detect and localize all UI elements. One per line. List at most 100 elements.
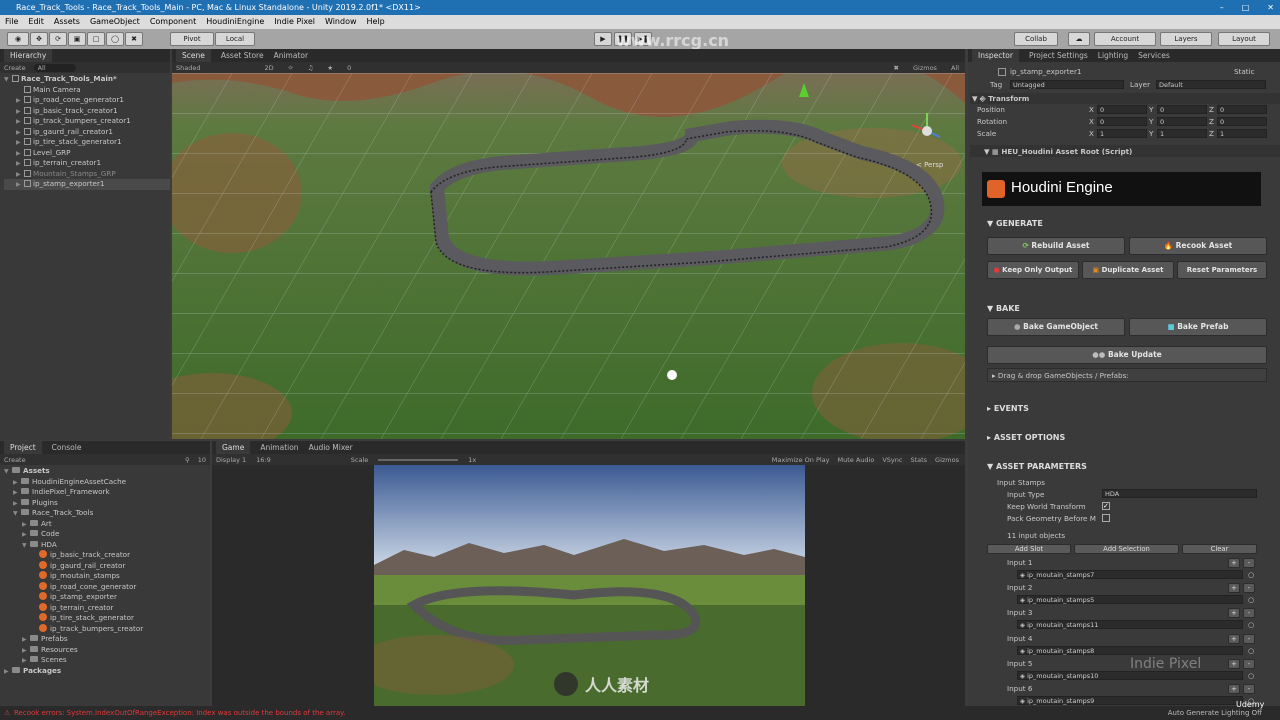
keep-only-output-button[interactable]: ● Keep Only Output [987,261,1079,279]
hierarchy-item[interactable]: Main Camera [4,85,170,96]
transform-rotation-x-field[interactable]: 0 [1097,117,1147,126]
hierarchy-item[interactable]: ▶ ip_tire_stack_generator1 [4,137,170,148]
menu-item-indie-pixel[interactable]: Indie Pixel [274,15,315,29]
local-toggle[interactable]: Local [215,32,255,46]
bake-gameobject-button[interactable]: ● Bake GameObject [987,318,1125,336]
minimize-icon[interactable]: – [1220,0,1224,15]
remove-input-button[interactable]: - [1243,633,1255,644]
expand-arrow-icon[interactable]: ▶ [4,667,12,678]
hierarchy-scene-root[interactable]: ▼ Race_Track_Tools_Main* [4,74,170,85]
project-folder-item[interactable]: ▶ Art [4,519,210,530]
project-folder-item[interactable]: ▼ Assets [4,466,210,477]
insert-input-button[interactable]: + [1228,633,1240,644]
insert-input-button[interactable]: + [1228,684,1240,694]
menu-item-window[interactable]: Window [325,15,357,29]
hierarchy-search-input[interactable]: All [33,63,76,72]
persp-label[interactable]: < Persp [916,161,944,169]
tab-animator[interactable]: Animator [274,51,308,60]
project-hda-item[interactable]: ip_road_cone_generator [4,581,210,593]
tab-animation[interactable]: Animation [260,443,298,452]
expand-arrow-icon[interactable]: ▼ [13,509,21,520]
lighting-toggle-icon[interactable]: ☼ [288,64,294,72]
generate-section[interactable]: ▼ GENERATE [987,219,1043,228]
expand-arrow-icon[interactable]: ▶ [16,138,24,149]
hierarchy-create-button[interactable]: Create [4,64,26,72]
display-dropdown[interactable]: Display 1 [216,456,246,464]
project-hda-item[interactable]: ip_track_bumpers_creator [4,623,210,635]
expand-arrow-icon[interactable]: ▼ [22,541,30,552]
add-selection-button[interactable]: Add Selection [1074,544,1179,554]
transform-scale-z-field[interactable]: 1 [1217,129,1267,138]
expand-arrow-icon[interactable]: ▼ [4,75,12,86]
hierarchy-item[interactable]: ▶ Mountain_Stamps_GRP [4,169,170,180]
pivot-toggle[interactable]: Pivot [170,32,214,46]
hierarchy-item[interactable]: ▶ ip_gaurd_rail_creator1 [4,127,170,138]
asset-parameters-section[interactable]: ▼ ASSET PARAMETERS [987,462,1087,471]
add-slot-button[interactable]: Add Slot [987,544,1071,554]
hierarchy-item[interactable]: ▶ ip_basic_track_creator1 [4,106,170,117]
keep-world-transform-checkbox[interactable]: ✓ [1102,502,1110,510]
scene-viewport[interactable]: < Persp [172,73,965,439]
tab-inspector[interactable]: Inspector [972,49,1019,62]
project-folder-item[interactable]: ▶ Plugins [4,498,210,509]
input-object-field[interactable]: ◈ ip_moutain_stamps11 [1017,620,1243,630]
scene-search-input[interactable]: All [951,64,959,72]
hierarchy-item[interactable]: ▶ ip_terrain_creator1 [4,158,170,169]
clear-inputs-button[interactable]: Clear [1182,544,1257,554]
project-hda-item[interactable]: ip_tire_stack_generator [4,613,210,624]
transform-scale-y-field[interactable]: 1 [1157,129,1207,138]
error-icon[interactable]: ⚠ [4,706,10,720]
rebuild-asset-button[interactable]: ⟳ Rebuild Asset [987,237,1125,255]
duplicate-asset-button[interactable]: ▣ Duplicate Asset [1082,261,1174,279]
expand-arrow-icon[interactable]: ▶ [16,117,24,128]
tab-project[interactable]: Project [4,441,42,454]
close-icon[interactable]: ✕ [1267,0,1274,15]
move-tool-icon[interactable]: ✥ [30,32,48,46]
bake-prefab-button[interactable]: ■ Bake Prefab [1129,318,1267,336]
shading-mode-dropdown[interactable]: Shaded [176,64,200,72]
tools-icon[interactable]: ✖ [894,64,899,72]
events-section[interactable]: ▸ EVENTS [987,404,1029,413]
input-type-dropdown[interactable]: HDA [1102,489,1257,498]
remove-input-button[interactable]: - [1243,684,1255,694]
account-dropdown[interactable]: Account [1094,32,1156,46]
project-hda-item[interactable]: ip_stamp_exporter [4,592,210,603]
asset-options-section[interactable]: ▸ ASSET OPTIONS [987,433,1065,442]
tab-project-settings[interactable]: Project Settings [1029,51,1088,60]
menu-item-gameobject[interactable]: GameObject [90,15,140,29]
expand-arrow-icon[interactable]: ▶ [22,635,30,646]
project-folder-item[interactable]: ▶ Resources [4,645,210,656]
input-object-field[interactable]: ◈ ip_moutain_stamps7 [1017,570,1243,579]
project-folder-item[interactable]: ▶ Scenes [4,655,210,666]
layout-dropdown[interactable]: Layout [1218,32,1270,46]
project-search-icon[interactable]: ⚲ [185,456,190,464]
insert-input-button[interactable]: + [1228,583,1240,594]
project-folder-item[interactable]: ▶ Packages [4,666,210,677]
game-option-mute-audio[interactable]: Mute Audio [838,456,875,464]
expand-arrow-icon[interactable]: ▶ [22,530,30,541]
transform-position-x-field[interactable]: 0 [1097,105,1147,114]
menu-item-assets[interactable]: Assets [54,15,80,29]
insert-input-button[interactable]: + [1228,558,1240,568]
audio-toggle-icon[interactable]: ♫ [307,64,313,72]
hierarchy-item[interactable]: ▶ Level_GRP [4,148,170,159]
transform-rotation-z-field[interactable]: 0 [1217,117,1267,126]
project-folder-item[interactable]: ▶ IndiePixel_Framework [4,487,210,498]
project-folder-item[interactable]: ▶ HoudiniEngineAssetCache [4,477,210,488]
effects-toggle-icon[interactable]: ★ [327,64,333,72]
expand-arrow-icon[interactable]: ▼ [4,467,12,478]
transform-scale-x-field[interactable]: 1 [1097,129,1147,138]
expand-arrow-icon[interactable]: ▶ [16,159,24,170]
insert-input-button[interactable]: + [1228,658,1240,669]
drag-drop-area[interactable]: ▸ Drag & drop GameObjects / Prefabs: [987,368,1267,382]
input-object-field[interactable]: ◈ ip_moutain_stamps10 [1017,670,1243,680]
project-hda-item[interactable]: ip_gaurd_rail_creator [4,560,210,572]
gizmos-dropdown[interactable]: Gizmos [913,64,937,72]
project-folder-item[interactable]: ▼ HDA [4,540,210,551]
project-hda-item[interactable]: ip_moutain_stamps [4,571,210,582]
object-picker-icon[interactable]: ○ [1248,646,1254,655]
object-picker-icon[interactable]: ○ [1248,570,1254,579]
hierarchy-item[interactable]: ▶ ip_road_cone_generator1 [4,95,170,106]
transform-tool-icon[interactable]: ◯ [106,32,124,46]
tab-services[interactable]: Services [1138,51,1170,60]
